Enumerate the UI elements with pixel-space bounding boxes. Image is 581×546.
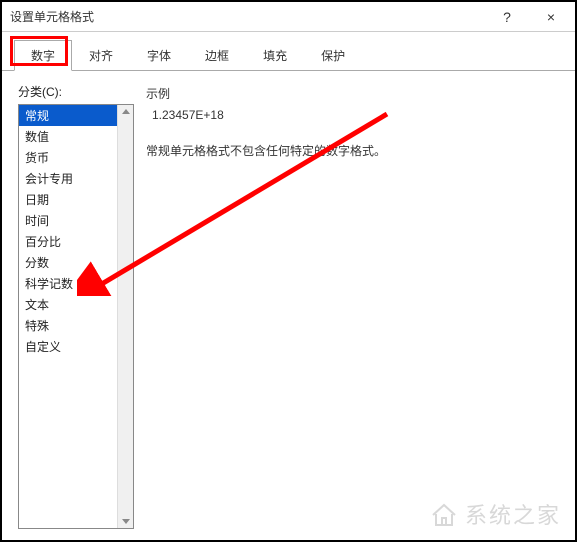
tab-fill[interactable]: 填充 xyxy=(246,40,304,70)
category-item-custom[interactable]: 自定义 xyxy=(19,336,133,357)
tab-row: 数字 对齐 字体 边框 填充 保护 xyxy=(2,32,575,71)
category-item-fraction[interactable]: 分数 xyxy=(19,252,133,273)
tab-protection[interactable]: 保护 xyxy=(304,40,362,70)
tab-alignment[interactable]: 对齐 xyxy=(72,40,130,70)
window-title: 设置单元格格式 xyxy=(10,8,94,25)
listbox-scrollbar[interactable] xyxy=(117,105,133,528)
tab-number[interactable]: 数字 xyxy=(14,40,72,71)
titlebar: 设置单元格格式 ? × xyxy=(2,2,575,32)
category-item-text[interactable]: 文本 xyxy=(19,294,133,315)
category-item-special[interactable]: 特殊 xyxy=(19,315,133,336)
category-item-general[interactable]: 常规 xyxy=(19,105,133,126)
tab-font[interactable]: 字体 xyxy=(130,40,188,70)
category-item-number[interactable]: 数值 xyxy=(19,126,133,147)
help-button[interactable]: ? xyxy=(487,5,527,29)
category-item-time[interactable]: 时间 xyxy=(19,210,133,231)
category-label: 分类(C): xyxy=(18,83,134,100)
category-item-scientific[interactable]: 科学记数 xyxy=(19,273,133,294)
category-item-date[interactable]: 日期 xyxy=(19,189,133,210)
example-label: 示例 xyxy=(146,85,559,102)
category-item-percentage[interactable]: 百分比 xyxy=(19,231,133,252)
tab-border[interactable]: 边框 xyxy=(188,40,246,70)
close-button[interactable]: × xyxy=(531,5,571,29)
category-listbox[interactable]: 常规 数值 货币 会计专用 日期 时间 百分比 分数 科学记数 文本 特殊 自定… xyxy=(18,104,134,529)
category-item-currency[interactable]: 货币 xyxy=(19,147,133,168)
format-description: 常规单元格格式不包含任何特定的数字格式。 xyxy=(146,142,559,159)
example-value: 1.23457E+18 xyxy=(146,108,559,122)
category-item-accounting[interactable]: 会计专用 xyxy=(19,168,133,189)
